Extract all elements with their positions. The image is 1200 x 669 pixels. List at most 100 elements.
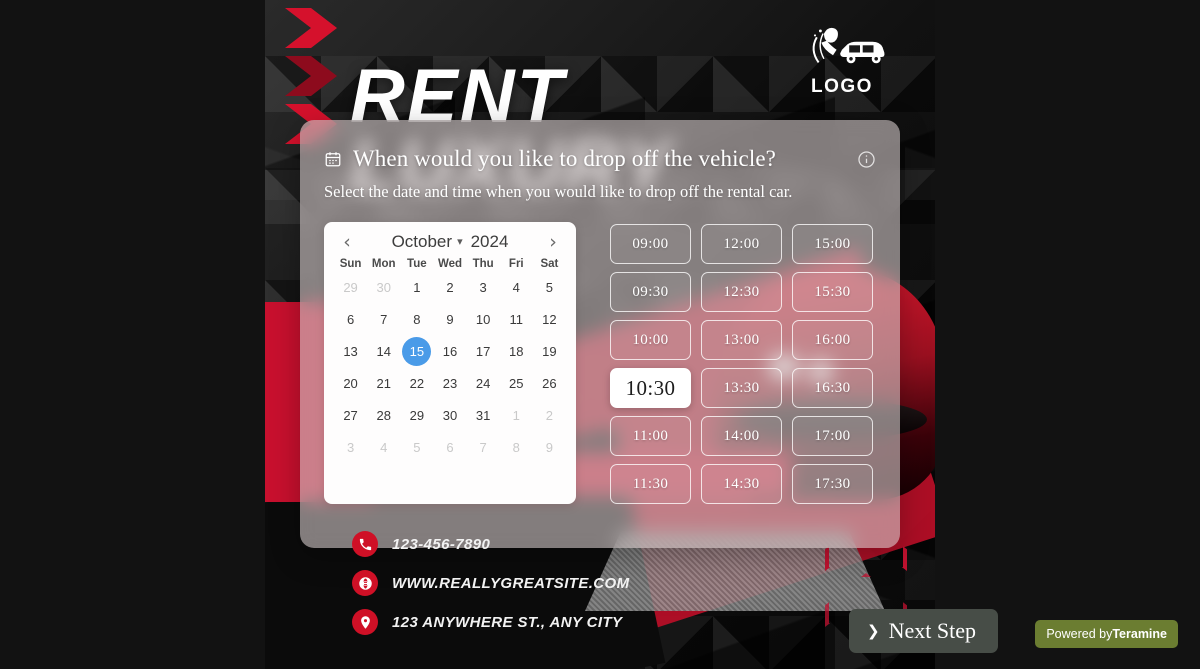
panel-header: When would you like to drop off the vehi… [300,120,900,172]
contact-row: 123-456-7890 [352,531,630,557]
time-slot[interactable]: 11:00 [610,416,691,456]
calendar-month[interactable]: October [392,232,452,252]
calendar-day[interactable]: 27 [334,401,367,430]
calendar-day[interactable]: 4 [367,433,400,462]
time-slot[interactable]: 17:00 [792,416,873,456]
calendar-day[interactable]: 16 [433,337,466,366]
time-slot[interactable]: 12:00 [701,224,782,264]
calendar-day[interactable]: 4 [500,273,533,302]
calendar-week-row: 29 30 1 2 3 4 5 [334,273,566,302]
calendar-day[interactable]: 30 [367,273,400,302]
calendar-day[interactable]: 3 [334,433,367,462]
car-logo-icon [797,22,887,74]
time-slot[interactable]: 13:30 [701,368,782,408]
contact-row: 123 ANYWHERE ST., ANY CITY [352,609,630,635]
calendar-day[interactable]: 26 [533,369,566,398]
calendar-day[interactable]: 18 [500,337,533,366]
calendar-day[interactable]: 31 [467,401,500,430]
calendar-day[interactable]: 9 [433,305,466,334]
calendar-week-row: 6 7 8 9 10 11 12 [334,305,566,334]
calendar-day[interactable]: 6 [433,433,466,462]
chevron-right-icon [285,8,337,48]
calendar-week-row: 3456789 [334,433,566,462]
calendar-day[interactable]: 12 [533,305,566,334]
calendar-grid: 29 30 1 2 3 4 5 6 7 8 9 10 11 12 13 14 15 16 17 18 19 20 21 22 2… [334,273,566,462]
location-pin-icon [352,609,378,635]
chevron-right-icon: ❯ [867,622,880,640]
weekday-label: Wed [437,258,463,270]
time-slot[interactable]: 09:00 [610,224,691,264]
calendar-day[interactable]: 17 [467,337,500,366]
time-slot[interactable]: 11:30 [610,464,691,504]
info-circle-icon[interactable] [857,150,876,169]
date-picker: ‹ October ▾ 2024 › Sun Mon Tue Wed Thu Fri Sat… [324,222,576,504]
calendar-year[interactable]: 2024 [471,232,509,252]
calendar-day[interactable]: 8 [400,305,433,334]
calendar-week-row: 20 21 22 23 24 25 26 [334,369,566,398]
calendar-day-selected[interactable]: 15 [400,337,433,366]
time-slot[interactable]: 15:00 [792,224,873,264]
contact-address: 123 ANYWHERE ST., ANY CITY [392,613,623,631]
calendar-day[interactable]: 1 [500,401,533,430]
powered-by-label: Powered by [1046,627,1113,641]
calendar-day[interactable]: 14 [367,337,400,366]
time-slot[interactable]: 16:30 [792,368,873,408]
time-slot[interactable]: 14:30 [701,464,782,504]
weekday-label: Fri [508,258,524,270]
calendar-day[interactable]: 11 [500,305,533,334]
time-slot[interactable]: 16:00 [792,320,873,360]
time-slot[interactable]: 10:00 [610,320,691,360]
calendar-day[interactable]: 8 [500,433,533,462]
calendar-day[interactable]: 25 [500,369,533,398]
next-step-button[interactable]: ❯ Next Step [849,609,998,653]
calendar-day[interactable]: 2 [533,401,566,430]
chevron-left-icon[interactable]: ‹ [338,232,356,252]
time-slot[interactable]: 17:30 [792,464,873,504]
calendar-day[interactable]: 5 [400,433,433,462]
contact-phone: 123-456-7890 [392,535,491,553]
calendar-day[interactable]: 28 [367,401,400,430]
calendar-day[interactable]: 23 [433,369,466,398]
calendar-day[interactable]: 9 [533,433,566,462]
calendar-day[interactable]: 29 [334,273,367,302]
calendar-day[interactable]: 20 [334,369,367,398]
calendar-day[interactable]: 29 [400,401,433,430]
calendar-week-row: 13 14 15 16 17 18 19 [334,337,566,366]
powered-by-badge[interactable]: Powered byTeramine [1035,620,1178,648]
time-slot-grid: 09:00 12:00 15:00 09:30 12:30 15:30 10:00 13:00… [610,222,873,504]
calendar-day[interactable]: 1 [400,273,433,302]
calendar-day[interactable]: 6 [334,305,367,334]
month-year-selector[interactable]: October ▾ 2024 [392,232,509,252]
globe-icon [352,570,378,596]
chevron-right-icon [285,56,337,96]
time-slot[interactable]: 14:00 [701,416,782,456]
panel-body: ‹ October ▾ 2024 › Sun Mon Tue Wed Thu Fri Sat… [300,202,900,504]
chevron-right-icon[interactable]: › [544,232,562,252]
calendar-day[interactable]: 22 [400,369,433,398]
calendar-day[interactable]: 5 [533,273,566,302]
calendar-day[interactable]: 7 [467,433,500,462]
calendar-week-row: 27 28 29 30 31 1 2 [334,401,566,430]
calendar-day[interactable]: 2 [433,273,466,302]
time-slot[interactable]: 15:30 [792,272,873,312]
contact-info: 123-456-7890 WWW.REALLYGREATSITE.COM 123… [352,531,630,635]
calendar-day[interactable]: 24 [467,369,500,398]
booking-panel: When would you like to drop off the vehi… [300,120,900,548]
calendar-day[interactable]: 30 [433,401,466,430]
calendar-day[interactable]: 7 [367,305,400,334]
time-slot-selected[interactable]: 10:30 [610,368,691,408]
chevron-down-icon[interactable]: ▾ [457,236,463,248]
powered-by-brand: Teramine [1112,627,1167,641]
calendar-nav: ‹ October ▾ 2024 › [334,232,566,254]
time-slot[interactable]: 09:30 [610,272,691,312]
time-slot[interactable]: 13:00 [701,320,782,360]
app-root: RENT LUXURY ORDER NOW [0,0,1200,669]
calendar-day[interactable]: 3 [467,273,500,302]
logo-text: LOGO [811,76,873,97]
calendar-day[interactable]: 13 [334,337,367,366]
time-slot[interactable]: 12:30 [701,272,782,312]
calendar-day[interactable]: 19 [533,337,566,366]
weekday-header: Sun Mon Tue Wed Thu Fri Sat [334,258,566,270]
calendar-day[interactable]: 10 [467,305,500,334]
calendar-day[interactable]: 21 [367,369,400,398]
